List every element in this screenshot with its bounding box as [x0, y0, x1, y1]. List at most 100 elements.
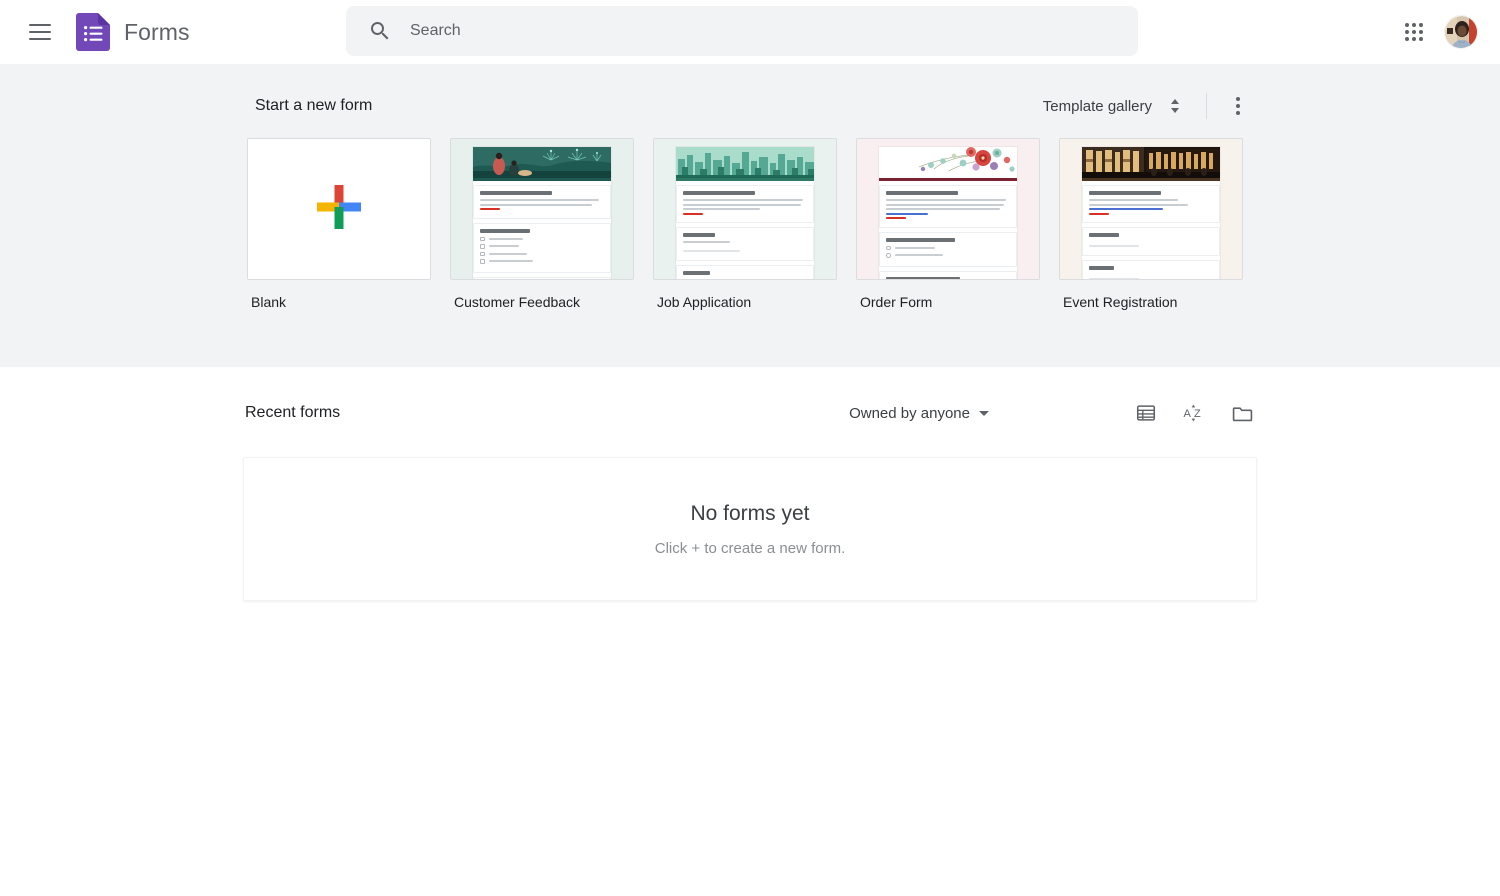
preview-text-line	[683, 241, 730, 243]
user-avatar-photo[interactable]	[1444, 15, 1478, 49]
apps-dot	[1412, 23, 1416, 27]
template-banner-image	[676, 147, 814, 178]
owner-filter-label: Owned by anyone	[849, 405, 970, 422]
preview-title-line	[683, 191, 755, 195]
sort-az-icon[interactable]: A Z	[1181, 400, 1207, 426]
template-accent-bar	[676, 178, 814, 181]
owner-filter-dropdown[interactable]: Owned by anyone	[840, 398, 998, 429]
google-apps-grid-icon[interactable]	[1394, 12, 1434, 52]
preview-section	[879, 232, 1017, 267]
apps-dot	[1419, 30, 1423, 34]
toolbar-divider	[1206, 93, 1207, 119]
recent-forms-header: Recent forms Owned by anyone	[243, 391, 1257, 435]
empty-state-card: No forms yet Click + to create a new for…	[243, 457, 1257, 601]
preview-option-line	[489, 245, 519, 247]
preview-link-line	[886, 213, 928, 215]
search-input[interactable]	[410, 6, 1138, 56]
template-card-job-application[interactable]: Job Application	[653, 138, 837, 310]
preview-option	[480, 244, 604, 249]
preview-section	[879, 271, 1017, 281]
preview-option	[480, 237, 604, 242]
preview-text-line	[683, 199, 803, 201]
preview-text-line	[683, 204, 801, 206]
template-thumbnail[interactable]	[1059, 138, 1243, 280]
preview-required-note	[683, 213, 703, 215]
svg-text:Z: Z	[1194, 408, 1201, 420]
preview-link-line	[1089, 208, 1163, 210]
preview-required-note	[480, 208, 500, 210]
template-banner-image	[879, 147, 1017, 178]
preview-question-line	[480, 229, 530, 233]
template-card-blank[interactable]: Blank	[247, 138, 431, 310]
kebab-dot	[1236, 104, 1240, 108]
top-app-bar: Forms	[0, 0, 1500, 64]
preview-answer-line	[683, 250, 740, 252]
apps-dot	[1412, 30, 1416, 34]
preview-question-line	[886, 277, 960, 281]
form-preview	[1060, 139, 1242, 279]
template-gallery-button[interactable]: Template gallery	[1035, 90, 1192, 122]
preview-section	[676, 227, 814, 261]
preview-section	[1082, 227, 1220, 256]
search-icon	[368, 19, 392, 43]
empty-state-title: No forms yet	[690, 502, 809, 526]
preview-option	[886, 253, 1010, 258]
checkbox-icon	[480, 237, 485, 242]
template-label: Blank	[247, 294, 431, 310]
preview-option-line	[489, 253, 527, 255]
forms-home-link[interactable]: Forms	[76, 13, 190, 51]
radio-icon	[886, 246, 891, 251]
template-label: Event Registration	[1059, 294, 1243, 310]
preview-question-line	[683, 233, 715, 237]
template-card-order-form[interactable]: Order Form	[856, 138, 1040, 310]
preview-title-line	[480, 191, 552, 195]
template-thumbnail[interactable]	[653, 138, 837, 280]
template-card-event-registration[interactable]: Event Registration	[1059, 138, 1243, 310]
checkbox-icon	[480, 252, 485, 257]
preview-answer-line	[1089, 278, 1139, 280]
checkbox-icon	[480, 259, 485, 264]
caret-down-icon	[979, 411, 989, 416]
preview-answer-line	[1089, 245, 1139, 247]
list-view-icon[interactable]	[1133, 400, 1159, 426]
apps-dot	[1419, 23, 1423, 27]
preview-question-line	[683, 271, 710, 275]
preview-option	[886, 246, 1010, 251]
template-banner-image	[473, 147, 611, 178]
template-band-header: Start a new form Template gallery	[245, 86, 1255, 126]
preview-section	[1082, 185, 1220, 223]
chevron-up-down-icon	[1166, 96, 1184, 116]
search-bar[interactable]	[346, 6, 1138, 56]
preview-section	[473, 223, 611, 273]
template-gallery-band: Start a new form Template gallery	[0, 64, 1500, 367]
template-banner-image	[1082, 147, 1220, 178]
form-preview	[654, 139, 836, 279]
template-label: Job Application	[653, 294, 837, 310]
preview-text-line	[886, 208, 1000, 210]
template-card-customer-feedback[interactable]: Customer Feedback	[450, 138, 634, 310]
svg-text:A: A	[1184, 408, 1192, 420]
preview-option-line	[489, 238, 523, 240]
folder-open-icon[interactable]	[1229, 400, 1255, 426]
preview-option-line	[489, 260, 533, 262]
preview-text-line	[683, 208, 760, 210]
form-preview	[857, 139, 1039, 279]
more-vertical-icon[interactable]	[1221, 89, 1255, 123]
template-thumbnail[interactable]	[856, 138, 1040, 280]
preview-section	[879, 185, 1017, 228]
preview-question-line	[1089, 233, 1119, 237]
kebab-dot	[1236, 97, 1240, 101]
template-thumbnail[interactable]	[247, 138, 431, 280]
radio-icon	[886, 253, 891, 258]
app-title: Forms	[124, 19, 190, 46]
preview-question-line	[1089, 266, 1114, 270]
template-thumbnail[interactable]	[450, 138, 634, 280]
preview-section	[676, 185, 814, 223]
template-gallery-label: Template gallery	[1043, 98, 1152, 115]
template-label: Customer Feedback	[450, 294, 634, 310]
hamburger-menu-icon[interactable]	[16, 8, 64, 56]
template-card-list: Blank	[245, 138, 1255, 310]
preview-required-note	[1089, 213, 1109, 215]
preview-required-note	[886, 217, 906, 219]
apps-dot	[1405, 37, 1409, 41]
